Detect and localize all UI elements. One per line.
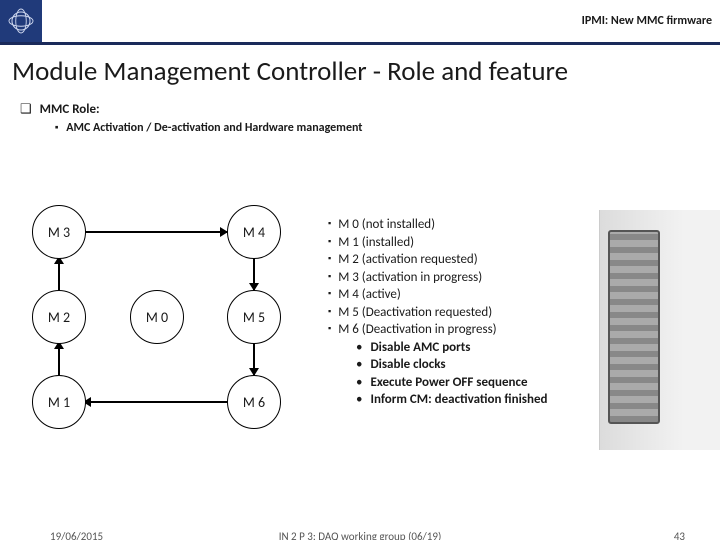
legend-item: M 1 (installed) [328,234,568,252]
legend-item: M 0 (not installed) [328,216,568,234]
slide-title: Module Management Controller - Role and … [0,45,720,92]
header-topic: IPMI: New MMC firmware [582,14,712,28]
arrow-m5-m6 [253,342,255,375]
arrow-m4-m5 [253,257,255,290]
state-m6: M 6 [227,375,281,429]
arrow-m2-m3 [58,257,60,290]
legend-item: M 6 (Deactivation in progress) [328,321,568,339]
legend-item: M 5 (Deactivation requested) [328,304,568,322]
legend-item: M 2 (activation requested) [328,251,568,269]
role-subheading: AMC Activation / De-activation and Hardw… [0,119,720,135]
state-m1: M 1 [32,375,86,429]
legend-item: M 3 (activation in progress) [328,269,568,287]
legend-item: M 4 (active) [328,286,568,304]
legend-subitem: Disable clocks [328,356,568,374]
state-m0: M 0 [130,290,184,344]
footer-caption: IN 2 P 3: DAQ working group (06/19) [0,530,720,540]
role-heading: MMC Role: [0,92,720,119]
legend-subitem: Inform CM: deactivation finished [328,391,568,409]
legend-subitem: Disable AMC ports [328,339,568,357]
state-m2: M 2 [32,290,86,344]
arrow-m3-m4 [84,231,227,233]
arrow-m6-m1 [84,401,227,403]
state-diagram: M 3 M 4 M 2 M 0 M 5 M 1 M 6 [22,205,307,455]
org-logo [0,0,42,42]
state-m4: M 4 [227,205,281,259]
arrow-m1-m2 [58,342,60,375]
hardware-photo [599,210,720,450]
header-bar: IPMI: New MMC firmware [0,0,720,45]
state-m3: M 3 [32,205,86,259]
state-legend: M 0 (not installed) M 1 (installed) M 2 … [328,216,568,409]
legend-subitem: Execute Power OFF sequence [328,374,568,392]
footer-page: 43 [674,530,685,540]
state-m5: M 5 [227,290,281,344]
